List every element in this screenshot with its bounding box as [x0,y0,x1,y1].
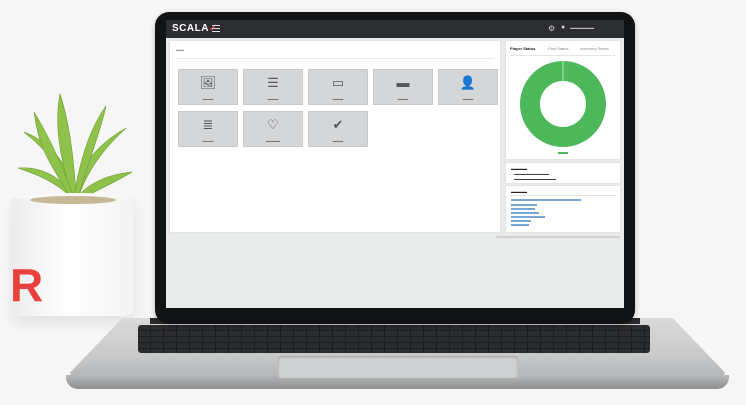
app-topbar: SCALA✓ ⚙ ● ▬▬▬▬▬▬ [166,20,624,38]
news-link[interactable] [511,199,581,201]
snmp-line: ▬▬▬▬▬▬▬▬▬▬▬▬ [514,177,556,181]
news-link[interactable] [511,204,537,206]
news-panel: ▬▬▬▬ [506,186,620,232]
app-logo[interactable]: SCALA✓ [172,23,218,34]
heart-monitor-icon: ♡ [267,117,279,132]
succulent-plant [17,92,133,201]
user-name[interactable]: ▬▬▬▬▬▬ [570,25,594,30]
tile-playlists[interactable]: ☰ ▬▬▬ [243,69,303,105]
gear-icon[interactable]: ⚙ [548,24,555,33]
news-divider [510,195,616,196]
check-badge-icon: ✔ [332,117,344,132]
tile-player-platforms[interactable]: ♡ ▬▬▬▬ [243,111,303,147]
laptop-keyboard [138,325,650,353]
tile-media[interactable]: 🖼 ▬▬▬ [178,69,238,105]
dashboard-main-panel: ▬▬ 🖼 ▬▬▬ ☰ ▬▬▬ ▭ ▬▬▬ ▬ ▬▬▬ 👤 ▬▬▬ ≣ ▬▬▬ ♡… [170,41,500,232]
monitor-icon: ▭ [331,75,345,90]
news-link[interactable] [511,208,535,210]
laptop-screen: SCALA✓ ⚙ ● ▬▬▬▬▬▬ ▬▬ 🖼 ▬▬▬ ☰ ▬▬▬ ▭ ▬▬▬ [166,20,624,308]
news-link[interactable] [511,212,539,214]
tile-approvals[interactable]: ✔ ▬▬▬ [308,111,368,147]
news-link[interactable] [511,220,531,222]
news-link[interactable] [511,224,529,226]
breadcrumb: ▬▬ [176,47,184,52]
server-icon: ≣ [202,117,214,132]
user-icon[interactable]: ● [561,24,565,31]
panel-divider [176,58,494,59]
tab-divider [510,55,616,56]
news-title: ▬▬▬▬ [511,189,527,194]
snmp-line: ▬▬▬▬▬▬▬▬▬▬ [514,172,549,176]
logo-text: SCALA [172,23,209,34]
footer-note [496,236,620,238]
tab-player-status[interactable]: Player Status [510,46,535,51]
laptop-scene: R SCALA✓ ⚙ ● ▬▬▬▬▬▬ ▬▬ 🖼 ▬▬▬ ☰ ▬▬▬ [0,0,746,405]
user-icon: 👤 [459,75,477,90]
playlist-icon: ☰ [267,75,279,90]
tab-inventory-status[interactable]: Inventory Status [580,46,609,51]
status-tabs: Player Status Plan Status Inventory Stat… [510,46,616,54]
laptop-trackpad [278,356,518,378]
tile-users[interactable]: 👤 ▬▬▬ [438,69,498,105]
player-status-panel: Player Status Plan Status Inventory Stat… [506,41,620,159]
player-device-icon: ▬ [396,75,410,90]
news-link[interactable] [511,216,545,218]
snmp-panel: ▬▬▬▬ ▬▬▬▬▬▬▬▬▬▬ ▬▬▬▬▬▬▬▬▬▬▬▬ [506,163,620,183]
brand-letter: R [10,259,44,311]
menu-icon[interactable] [212,25,220,32]
player-status-donut [520,61,606,147]
snmp-title: ▬▬▬▬ [511,166,527,171]
tile-channels[interactable]: ▭ ▬▬▬ [308,69,368,105]
pot-soil [30,196,116,204]
donut-legend-swatch [558,152,568,154]
tile-players[interactable]: ▬ ▬▬▬ [373,69,433,105]
tab-plan-status[interactable]: Plan Status [548,46,568,51]
media-icon: 🖼 [199,75,217,90]
tile-servers[interactable]: ≣ ▬▬▬ [178,111,238,147]
